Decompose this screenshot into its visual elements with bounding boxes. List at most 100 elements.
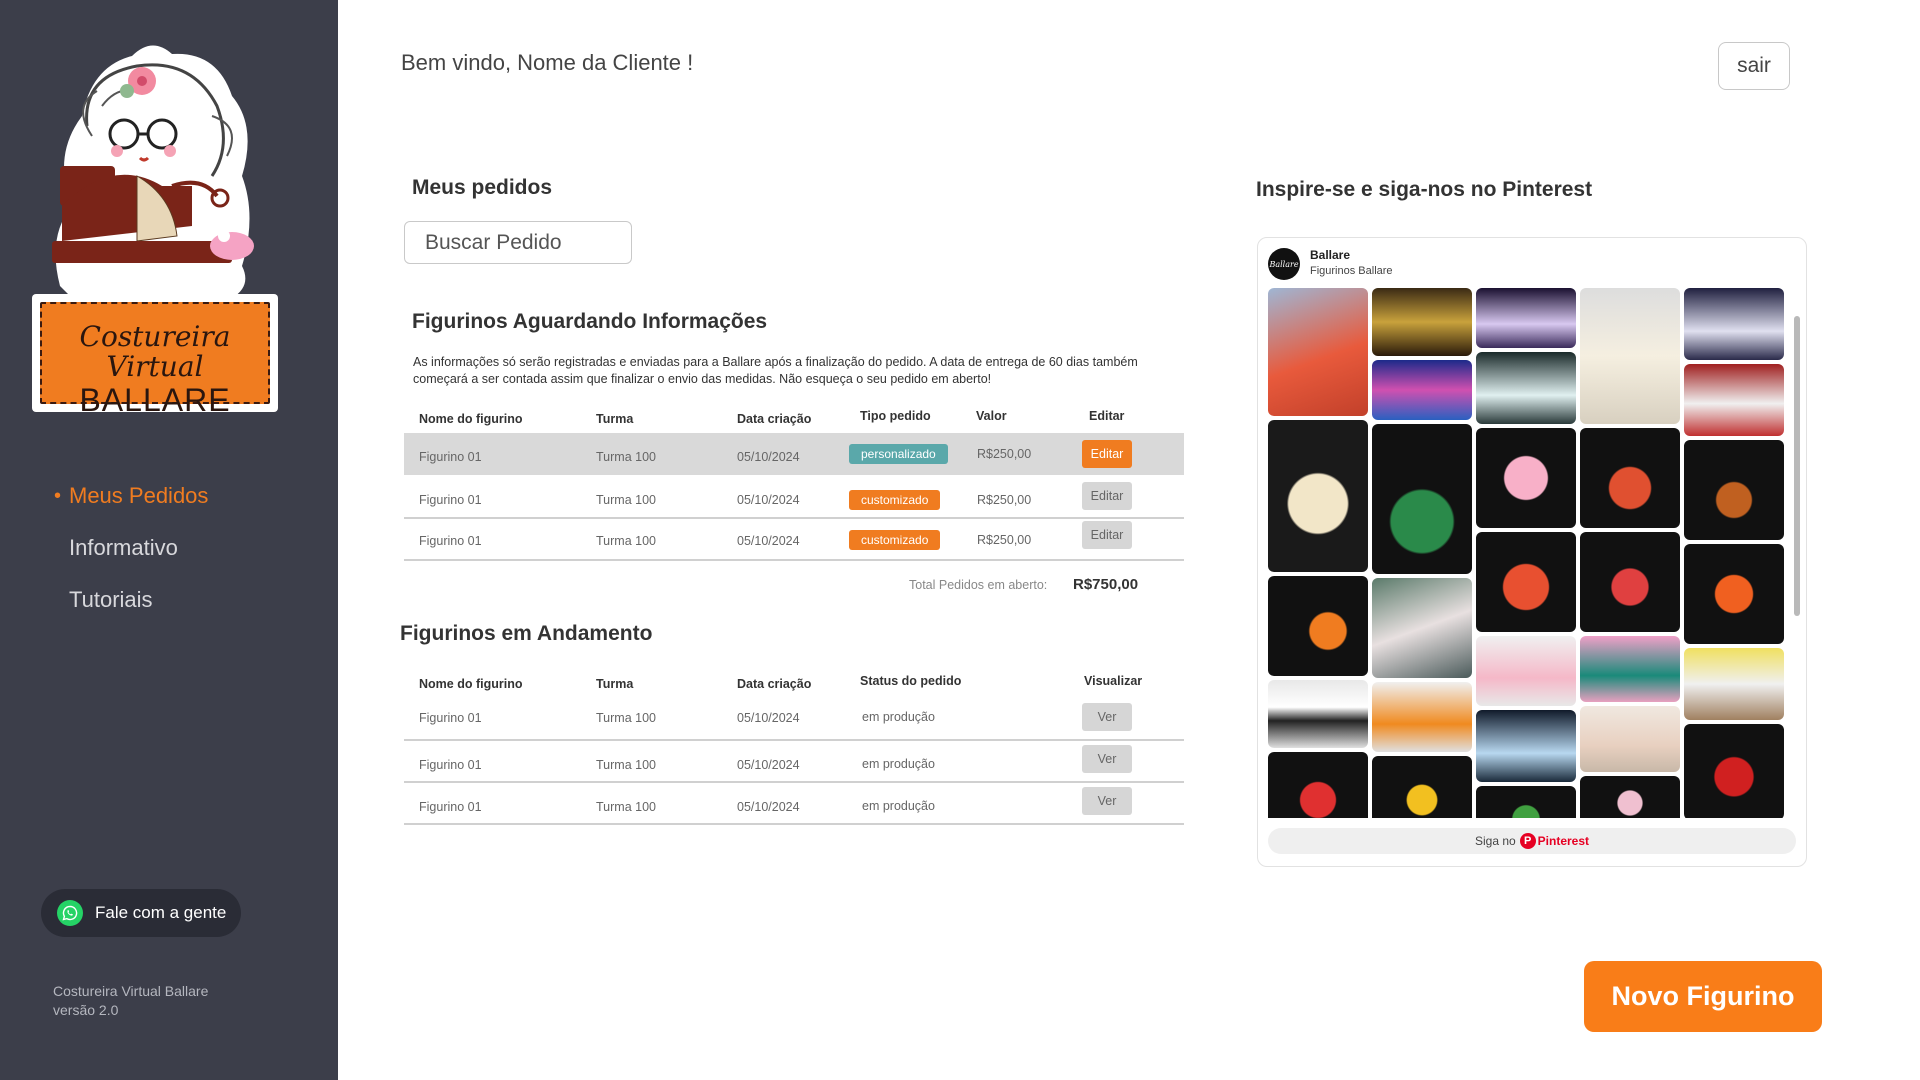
pinterest-profile-avatar[interactable]: Ballare <box>1268 248 1300 280</box>
row-turma: Turma 100 <box>596 493 656 508</box>
table-row[interactable]: Figurino 01 Turma 100 05/10/2024 em prod… <box>404 693 1184 741</box>
pin-image[interactable] <box>1268 752 1368 818</box>
pin-image[interactable] <box>1580 776 1680 818</box>
pin-image[interactable] <box>1580 288 1680 424</box>
pin-image[interactable] <box>1580 532 1680 632</box>
app-name-footer: Costureira Virtual Ballare <box>53 983 209 999</box>
search-input[interactable]: Buscar Pedido <box>404 221 632 264</box>
seamstress-illustration-icon <box>52 45 254 298</box>
welcome-message: Bem vindo, Nome da Cliente ! <box>401 50 694 75</box>
sidebar-item-label: Informativo <box>69 535 178 560</box>
pin-image[interactable] <box>1476 786 1576 818</box>
pin-image[interactable] <box>1268 288 1368 416</box>
pin-image[interactable] <box>1372 360 1472 420</box>
pinterest-follow-button[interactable]: Siga no P Pinterest <box>1268 828 1796 854</box>
sidebar-item-meus-pedidos[interactable]: • Meus Pedidos <box>54 470 208 522</box>
pin-image[interactable] <box>1684 364 1784 436</box>
row-date: 05/10/2024 <box>737 800 800 814</box>
awaiting-section-title: Figurinos Aguardando Informações <box>412 310 768 333</box>
col-header-date: Data criação <box>737 677 812 691</box>
pin-image[interactable] <box>1372 682 1472 752</box>
col-header-date: Data criação <box>737 412 812 426</box>
pin-image[interactable] <box>1684 544 1784 644</box>
whatsapp-label: Fale com a gente <box>95 903 227 922</box>
row-status: em produção <box>862 756 935 771</box>
order-type-badge: customizado <box>849 529 941 550</box>
pin-image[interactable] <box>1580 706 1680 772</box>
row-turma: Turma 100 <box>596 534 656 548</box>
table-row[interactable]: Figurino 01 Turma 100 05/10/2024 em prod… <box>404 783 1184 825</box>
pin-image[interactable] <box>1268 576 1368 676</box>
pinterest-widget: Ballare Ballare Figurinos Ballare Siga n… <box>1257 237 1807 867</box>
table-header: Nome do figurino Turma Data criação Tipo… <box>404 403 1184 429</box>
follow-brand: Pinterest <box>1537 834 1590 848</box>
row-date: 05/10/2024 <box>737 758 800 772</box>
pin-image[interactable] <box>1372 578 1472 678</box>
sidebar-item-label: Tutoriais <box>69 587 153 612</box>
view-button[interactable]: Ver <box>1082 787 1132 815</box>
pin-image[interactable] <box>1476 428 1576 528</box>
row-name: Figurino 01 <box>419 800 482 814</box>
new-costume-button[interactable]: Novo Figurino <box>1584 961 1822 1032</box>
pin-image[interactable] <box>1580 636 1680 702</box>
col-header-status: Status do pedido <box>860 674 962 688</box>
pin-image[interactable] <box>1476 710 1576 782</box>
table-header: Nome do figurino Turma Data criação Stat… <box>404 668 1184 694</box>
col-header-edit: Editar <box>1089 409 1125 423</box>
pin-image[interactable] <box>1684 440 1784 540</box>
pin-image[interactable] <box>1684 288 1784 360</box>
pin-image[interactable] <box>1268 680 1368 748</box>
pin-image[interactable] <box>1476 532 1576 632</box>
table-row[interactable]: Figurino 01 Turma 100 05/10/2024 persona… <box>404 433 1184 475</box>
pin-image[interactable] <box>1684 648 1784 720</box>
pin-image[interactable] <box>1372 288 1472 356</box>
pin-image[interactable] <box>1580 428 1680 528</box>
progress-table: Nome do figurino Turma Data criação Stat… <box>404 668 1184 825</box>
active-dot-icon: • <box>54 484 62 507</box>
scrollbar-thumb[interactable] <box>1794 316 1800 616</box>
col-header-turma: Turma <box>596 677 634 691</box>
table-row[interactable]: Figurino 01 Turma 100 05/10/2024 customi… <box>404 519 1184 561</box>
pinterest-scrollbar[interactable] <box>1794 296 1800 816</box>
col-header-name: Nome do figurino <box>419 677 523 691</box>
col-header-type: Tipo pedido <box>860 409 931 423</box>
table-row[interactable]: Figurino 01 Turma 100 05/10/2024 em prod… <box>404 741 1184 783</box>
edit-button[interactable]: Editar <box>1082 521 1132 549</box>
pin-image[interactable] <box>1476 636 1576 706</box>
row-turma: Turma 100 <box>596 450 656 465</box>
logout-button[interactable]: sair <box>1718 42 1790 90</box>
row-status: em produção <box>862 798 935 813</box>
pinterest-board-name[interactable]: Figurinos Ballare <box>1310 265 1393 277</box>
whatsapp-icon <box>57 900 83 926</box>
row-turma: Turma 100 <box>596 800 656 814</box>
pinterest-section-title: Inspire-se e siga-nos no Pinterest <box>1256 178 1593 201</box>
pin-image[interactable] <box>1268 420 1368 572</box>
pin-image[interactable] <box>1684 724 1784 818</box>
sidebar-item-tutoriais[interactable]: Tutoriais <box>54 574 208 626</box>
order-type-badge: customizado <box>849 490 941 511</box>
sidebar-item-label: Meus Pedidos <box>69 483 209 508</box>
whatsapp-button[interactable]: Fale com a gente <box>41 889 241 937</box>
pinterest-profile-name[interactable]: Ballare <box>1310 248 1350 262</box>
col-header-turma: Turma <box>596 412 634 426</box>
row-turma: Turma 100 <box>596 711 656 726</box>
view-button[interactable]: Ver <box>1082 745 1132 773</box>
pin-image[interactable] <box>1476 288 1576 348</box>
pin-image[interactable] <box>1372 424 1472 574</box>
pin-image[interactable] <box>1476 352 1576 424</box>
pin-image[interactable] <box>1372 756 1472 818</box>
edit-button[interactable]: Editar <box>1082 482 1132 510</box>
sidebar-nav: • Meus Pedidos Informativo Tutoriais <box>54 470 208 626</box>
row-date: 05/10/2024 <box>737 711 800 726</box>
logo-script-text: Costureira Virtual <box>79 320 231 383</box>
edit-button[interactable]: Editar <box>1082 440 1132 468</box>
app-version: Costureira Virtual Ballare versão 2.0 <box>53 982 208 1020</box>
row-turma: Turma 100 <box>596 758 656 772</box>
sidebar-item-informativo[interactable]: Informativo <box>54 522 208 574</box>
table-row[interactable]: Figurino 01 Turma 100 05/10/2024 customi… <box>404 475 1184 519</box>
row-name: Figurino 01 <box>419 450 482 465</box>
awaiting-info-text: As informações só serão registradas e en… <box>413 355 1138 386</box>
pinterest-pin-grid <box>1268 288 1788 818</box>
total-open-label: Total Pedidos em aberto: <box>909 578 1048 592</box>
view-button[interactable]: Ver <box>1082 702 1132 731</box>
